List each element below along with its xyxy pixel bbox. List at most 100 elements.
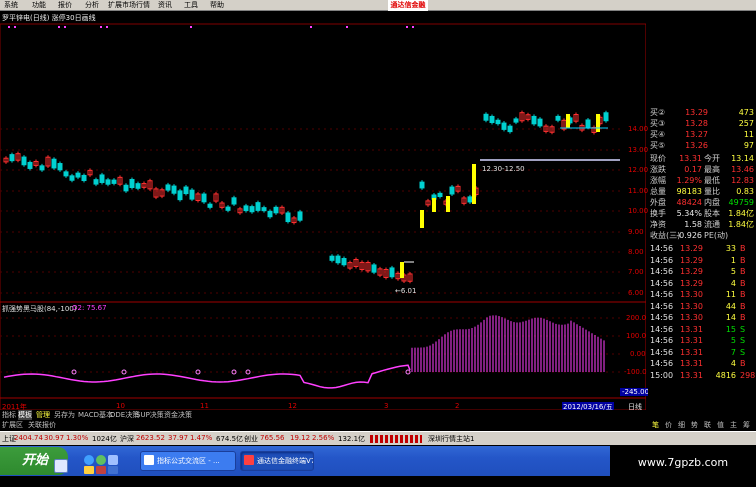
limitup-candle: [420, 210, 424, 228]
side-tab[interactable]: 主: [730, 420, 737, 430]
candle-body: [531, 115, 537, 125]
indicator-name: 抓强势黑马股(84,-100): [2, 305, 77, 313]
candle-body: [501, 122, 507, 130]
price-tick: 14.00: [628, 125, 649, 133]
signal-dot: [106, 26, 108, 28]
candle-body: [249, 206, 255, 213]
candle-body: [201, 193, 207, 203]
bid-volume: 257: [738, 119, 754, 128]
trade-volume: 4: [730, 359, 736, 368]
trade-price: 13.30: [680, 301, 703, 311]
quicklaunch-icon[interactable]: [84, 466, 94, 474]
menu-system[interactable]: 系统: [4, 0, 18, 11]
quicklaunch-icon[interactable]: [108, 455, 118, 465]
candle-body: [243, 205, 249, 212]
signal-dot: [100, 26, 102, 28]
cy-amount: 132.1亿: [338, 435, 366, 443]
quote-label: 内盘: [704, 198, 720, 207]
cy-label: 创业: [244, 435, 258, 443]
trade-volume: 4: [730, 278, 736, 288]
sh-change: 30.97: [44, 434, 65, 442]
tab-manage[interactable]: 管理: [36, 410, 50, 420]
indicator-tick: 0.00: [630, 350, 646, 358]
tab-macd[interactable]: MACD基本: [78, 410, 113, 420]
range-annotation: 12.30-12.50: [482, 165, 525, 173]
side-tab[interactable]: 值: [717, 420, 724, 430]
low-annotation: ←6.01: [395, 287, 417, 295]
quote-panel: 买② 13.29 473 买③ 13.28 257 买④ 13.27 11 买⑤ 13.26 97 现价…: [648, 108, 756, 418]
trade-row: 14:56 13.31 15 S: [648, 325, 756, 335]
menu-analysis[interactable]: 分析: [85, 0, 99, 11]
bid-volume: 473: [738, 108, 754, 117]
price-tick: 6.00: [628, 289, 644, 297]
quote-value: 12.83: [731, 176, 754, 185]
server-label: 深圳行情主站1: [428, 435, 475, 443]
quicklaunch-icon[interactable]: [108, 466, 118, 474]
side-tab[interactable]: 联: [704, 420, 711, 430]
quote-row: 换手 5.34% 股本 1.84亿: [648, 209, 756, 219]
taskbar-item-forum[interactable]: 指标公式交流区 - ...: [140, 451, 236, 471]
trade-side: B: [740, 313, 746, 322]
menu-quote[interactable]: 报价: [58, 0, 72, 11]
quote-value: 1.58: [684, 220, 702, 229]
side-tab[interactable]: 筹: [743, 420, 750, 430]
price-tick: 7.00: [628, 268, 644, 276]
tab-sup[interactable]: SUP决策: [136, 410, 164, 420]
trade-time: 14:56: [650, 301, 674, 311]
trade-row: 14:56 13.31 4 B: [648, 359, 756, 369]
price-tick: 13.00: [628, 146, 649, 154]
limitup-candle: [400, 262, 404, 278]
candle-body: [537, 118, 543, 127]
sz-amount: 674.5亿: [216, 435, 244, 443]
trade-side: S: [740, 324, 746, 334]
sz-percent: 1.47%: [190, 434, 213, 442]
tab-fund[interactable]: 资金决策: [164, 410, 192, 420]
quote-row: 涨幅 1.29% 最低 12.83: [648, 176, 756, 186]
quote-row: 收益(三) -0.926 PE(动): [648, 231, 756, 241]
candle-body: [273, 206, 279, 214]
quote-label: 净资: [650, 220, 666, 229]
tab-save-as[interactable]: 另存为: [54, 410, 75, 420]
trade-volume: 1: [730, 255, 736, 265]
candle-body: [129, 178, 135, 188]
indicator-tick: -100.0: [624, 368, 647, 376]
candle-body: [99, 174, 105, 183]
tab-related-quote[interactable]: 关联报价: [28, 420, 56, 430]
quote-label: 现价: [650, 154, 666, 163]
menu-help[interactable]: 帮助: [210, 0, 224, 11]
trade-side: B: [740, 244, 746, 253]
trade-time: 14:56: [650, 324, 674, 334]
menu-function[interactable]: 功能: [32, 0, 46, 11]
tab-ext-area[interactable]: 扩展区: [2, 420, 23, 430]
candle-body: [225, 206, 231, 211]
side-tab[interactable]: 细: [678, 420, 685, 430]
trade-time: 14:56: [650, 267, 674, 276]
kline-chart[interactable]: [0, 12, 646, 412]
candle-body: [255, 202, 261, 211]
indicator-neg-label: -245.00: [620, 388, 652, 396]
candle-body: [467, 196, 473, 203]
quicklaunch-icon[interactable]: [96, 466, 106, 474]
trade-row: 14:56 13.30 44 B: [648, 302, 756, 312]
trade-side: S: [740, 347, 746, 357]
candle-body: [21, 156, 27, 166]
side-tab[interactable]: 笔: [652, 420, 659, 430]
tab-indicator[interactable]: 指标: [2, 410, 16, 420]
quote-label: 股本: [704, 209, 720, 218]
candle-body: [603, 112, 609, 122]
side-tab[interactable]: 势: [691, 420, 698, 430]
side-tab[interactable]: 价: [665, 420, 672, 430]
menu-ext-market[interactable]: 扩展市场行情: [108, 0, 150, 11]
tab-dde[interactable]: DDE决策: [110, 410, 139, 420]
quote-label: 外盘: [650, 198, 666, 207]
menu-info[interactable]: 资讯: [158, 0, 172, 11]
quicklaunch-icon[interactable]: [96, 455, 106, 465]
candle-body: [81, 174, 87, 182]
trade-price: 13.30: [680, 290, 703, 299]
tab-template[interactable]: 模板: [18, 410, 32, 420]
menu-tools[interactable]: 工具: [184, 0, 198, 11]
trade-price: 13.31: [680, 336, 703, 345]
quicklaunch-icon[interactable]: [84, 455, 94, 465]
price-tick: 9.00: [628, 228, 644, 236]
candle-body: [111, 179, 117, 184]
